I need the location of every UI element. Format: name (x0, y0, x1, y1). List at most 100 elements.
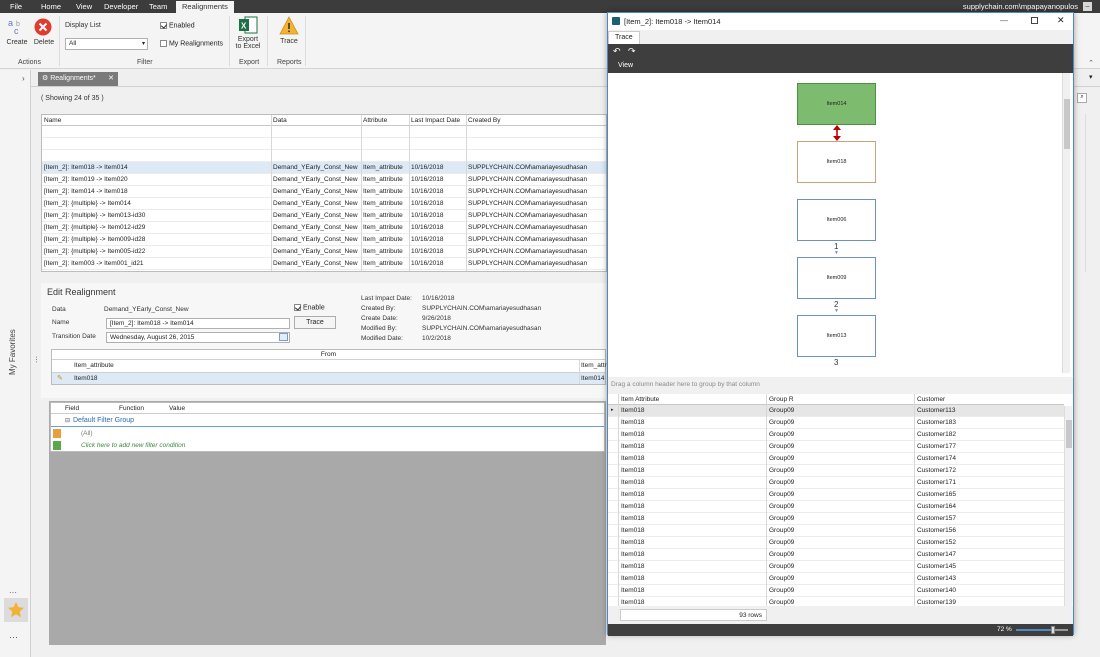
list-item[interactable]: Item018 Group09 Customer164 (608, 501, 1064, 513)
ribbon-collapse-icon[interactable]: ⌃ (1088, 59, 1094, 67)
list-item[interactable]: Item018 Group09 Customer152 (608, 537, 1064, 549)
table-row[interactable]: [Item_2]: {multiple} -> Item005-id22 Dema… (42, 246, 606, 258)
list-item[interactable]: Item018 Group09 Customer182 (608, 429, 1064, 441)
list-item[interactable]: ▸ Item018 Group09 Customer113 (608, 405, 1064, 417)
tab-dropdown-icon[interactable]: ▾ (1089, 73, 1093, 81)
minimize-icon[interactable]: — (1000, 16, 1008, 25)
export-excel-button[interactable]: X Export to Excel (234, 16, 262, 58)
col-header-customer[interactable]: Customer (917, 396, 945, 403)
grip-icon[interactable]: ⋯ (31, 356, 39, 363)
collapse-icon[interactable]: ⊟ (65, 417, 70, 424)
trace-diagram[interactable]: Item014 Item018 Item006 1 ▼ Item009 2 ▼ … (608, 73, 1073, 375)
filter-row[interactable] (42, 150, 606, 162)
node-item009[interactable]: Item009 (797, 257, 876, 299)
filter-row[interactable] (42, 126, 606, 138)
filter-grid[interactable]: Field Function Value ⊟ Default Filter Gr… (50, 402, 605, 452)
name-input[interactable]: [Item_2]: Item018 -> Item014 (106, 318, 290, 329)
menu-team[interactable]: Team (149, 2, 167, 11)
zoom-slider[interactable] (1016, 626, 1068, 634)
menu-file[interactable]: File (10, 2, 22, 11)
table-row[interactable]: [Item_2]: {multiple} -> Item012-id29 Dema… (42, 222, 606, 234)
enable-checkbox[interactable]: Enable (294, 304, 325, 311)
col-header-group-r[interactable]: Group R (769, 396, 794, 403)
enabled-checkbox[interactable]: Enabled (160, 22, 195, 29)
col-header-data[interactable]: Data (273, 117, 287, 124)
realignments-grid[interactable]: Name Data Attribute Last Impact Date Cre… (41, 114, 607, 272)
table-row[interactable]: [Item_2]: {multiple} -> Item013-id30 Dema… (42, 210, 606, 222)
filter-row[interactable] (42, 138, 606, 150)
window-min-icon[interactable]: – (1083, 2, 1092, 11)
filter-col-value[interactable]: Value (169, 405, 185, 412)
col-header-attribute[interactable]: Attribute (363, 117, 387, 124)
list-item[interactable]: Item018 Group09 Customer147 (608, 549, 1064, 561)
main-grid-scrollbar[interactable] (1085, 114, 1093, 272)
list-item[interactable]: Item018 Group09 Customer183 (608, 417, 1064, 429)
list-item[interactable]: Item018 Group09 Customer171 (608, 477, 1064, 489)
transition-date-input[interactable]: Wednesday, August 26, 2015 (106, 332, 290, 343)
tab-trace[interactable]: Trace (608, 31, 640, 44)
from-to-row[interactable]: ✎ Item018 Item014 (52, 372, 605, 384)
list-item[interactable]: Item018 Group09 Customer139 (608, 597, 1064, 606)
node-item013[interactable]: Item013 (797, 315, 876, 357)
table-row[interactable]: [Item_2]: Item014 -> Item018 Demand_YEarl… (42, 186, 606, 198)
menu-realignments[interactable]: Realignments (176, 1, 234, 13)
trace-ribbon-button[interactable]: Trace (275, 16, 303, 56)
my-realignments-checkbox[interactable]: My Realignments (160, 40, 223, 47)
delete-button[interactable]: Delete (33, 17, 55, 57)
trace-results-grid[interactable]: Item Attribute Group R Customer ▸ Item018… (608, 394, 1064, 606)
undo-icon[interactable]: ↶ (613, 46, 621, 57)
create-button[interactable]: a c b Create (6, 17, 28, 57)
chevron-right-icon[interactable]: › (22, 74, 25, 83)
close-icon[interactable]: ✕ (108, 74, 114, 82)
node-item014[interactable]: Item014 (797, 83, 876, 125)
display-list-select[interactable]: All ▾ (65, 38, 148, 50)
col-header-last-impact[interactable]: Last Impact Date (411, 117, 460, 124)
filter-col-function[interactable]: Function (119, 405, 144, 412)
table-row[interactable]: [Item_2]: Item018 -> Item014 Demand_YEarl… (42, 162, 606, 174)
list-item[interactable]: Item018 Group09 Customer145 (608, 561, 1064, 573)
list-item[interactable]: Item018 Group09 Customer143 (608, 573, 1064, 585)
filter-group-row[interactable]: ⊟ Default Filter Group (51, 415, 604, 427)
col-header-item-attribute[interactable]: Item Attribute (621, 396, 659, 403)
zoom-thumb[interactable] (1051, 626, 1056, 634)
list-item[interactable]: Item018 Group09 Customer140 (608, 585, 1064, 597)
table-row[interactable]: [Item_2]: {multiple} -> Item009-id28 Dema… (42, 234, 606, 246)
diagram-scrollbar[interactable] (1062, 73, 1070, 373)
node-item006[interactable]: Item006 (797, 199, 876, 241)
dots-icon[interactable]: ⋯ (9, 588, 17, 597)
list-item[interactable]: Item018 Group09 Customer172 (608, 465, 1064, 477)
filter-col-field[interactable]: Field (65, 405, 79, 412)
scroll-thumb[interactable] (1064, 99, 1070, 149)
col-header-created-by[interactable]: Created By (468, 117, 501, 124)
table-row[interactable]: [Item_2]: Item003 -> Item001_id21 Demand_… (42, 258, 606, 270)
trace-button[interactable]: Trace (294, 316, 336, 329)
favorites-star-button[interactable] (4, 598, 28, 622)
view-label[interactable]: View (618, 62, 633, 69)
calendar-icon[interactable] (279, 333, 288, 341)
node-item018[interactable]: Item018 (797, 141, 876, 183)
group-by-area[interactable]: Drag a column header here to group by th… (608, 377, 1073, 394)
search-icon[interactable]: ⌕ (1077, 93, 1087, 103)
scroll-thumb[interactable] (1066, 420, 1072, 448)
close-window-icon[interactable]: ✕ (1057, 15, 1065, 26)
list-item[interactable]: Item018 Group09 Customer177 (608, 441, 1064, 453)
list-item[interactable]: Item018 Group09 Customer156 (608, 525, 1064, 537)
more-icon[interactable]: ⋯ (9, 632, 18, 643)
redo-icon[interactable]: ↷ (628, 46, 636, 57)
list-item[interactable]: Item018 Group09 Customer157 (608, 513, 1064, 525)
add-filter-row[interactable]: Click here to add new filter condition (51, 440, 604, 452)
table-row[interactable]: [Item_2]: Item019 -> Item020 Demand_YEarl… (42, 174, 606, 186)
from-to-grid[interactable]: From Item_attribute Item_attr ✎ Item018 … (51, 349, 607, 385)
my-favorites-label[interactable]: My Favorites (8, 315, 20, 375)
maximize-icon[interactable] (1031, 17, 1038, 24)
list-item[interactable]: Item018 Group09 Customer165 (608, 489, 1064, 501)
filter-all-row[interactable]: (All) (51, 428, 604, 440)
menu-developer[interactable]: Developer (104, 2, 138, 11)
list-item[interactable]: Item018 Group09 Customer174 (608, 453, 1064, 465)
col-header-name[interactable]: Name (44, 117, 61, 124)
table-row[interactable]: [Item_2]: {multiple} -> Item014 Demand_YE… (42, 198, 606, 210)
menu-home[interactable]: Home (41, 2, 61, 11)
results-scrollbar[interactable] (1064, 406, 1072, 606)
tab-realignments[interactable]: ⚙ Realignments* ✕ (38, 72, 118, 86)
menu-view[interactable]: View (76, 2, 92, 11)
